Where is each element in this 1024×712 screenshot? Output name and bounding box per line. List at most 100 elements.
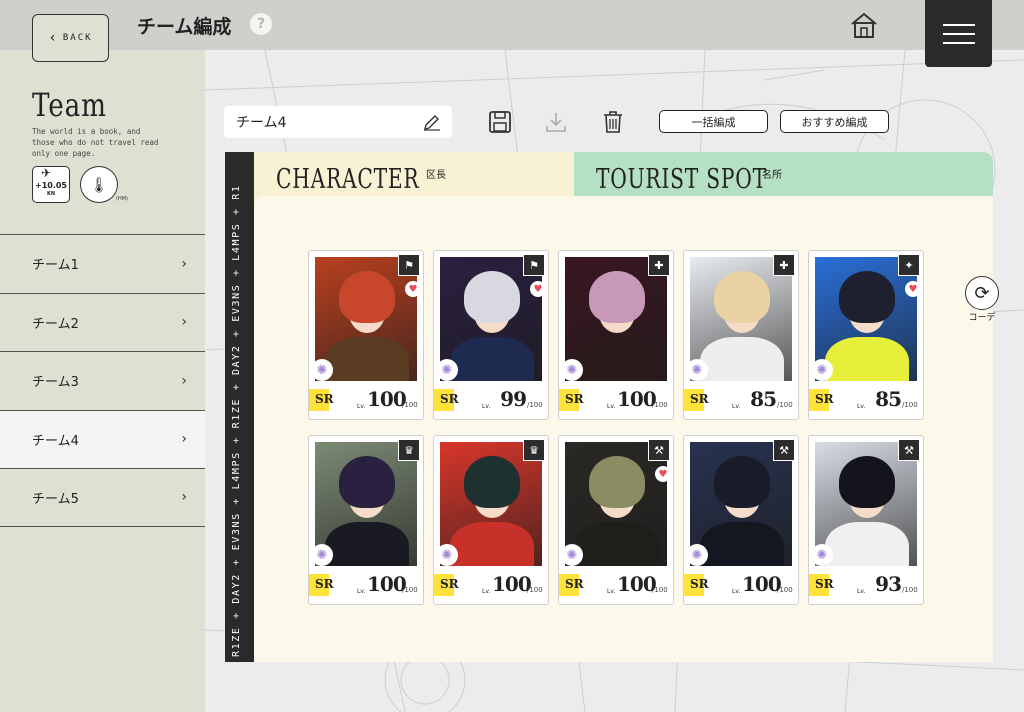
character-card[interactable]: ⚒ ✺ SR Lv. 93 /100 xyxy=(808,435,924,605)
level-max: /100 xyxy=(902,586,918,594)
level-value: 85 xyxy=(750,387,777,411)
team-item-2[interactable]: チーム2 › xyxy=(0,292,205,352)
level-value: 99 xyxy=(500,387,527,411)
character-card[interactable]: ✚ ✺ SR Lv. 100 /100 xyxy=(558,250,674,420)
chevron-left-icon: ‹ xyxy=(48,30,57,46)
attribute-icon: ✺ xyxy=(561,544,583,566)
level-max: /100 xyxy=(902,401,918,409)
character-body xyxy=(700,337,784,381)
home-icon[interactable] xyxy=(848,10,880,40)
team-item-1[interactable]: チーム1 › xyxy=(0,234,205,293)
character-hair xyxy=(339,271,395,323)
character-card[interactable]: ⚒ ♥ ✺ SR Lv. 100 /100 xyxy=(558,435,674,605)
trash-icon[interactable] xyxy=(600,109,626,135)
character-card[interactable]: ✚ ✺ SR Lv. 85 /100 xyxy=(683,250,799,420)
pencil-edit-icon[interactable] xyxy=(422,112,442,132)
level-max: /100 xyxy=(527,401,543,409)
character-card[interactable]: ⚑ ♥ ✺ SR Lv. 99 /100 xyxy=(433,250,549,420)
attribute-icon: ✺ xyxy=(561,359,583,381)
wrench-icon: ⚒ xyxy=(773,439,795,461)
crown-icon: ♛ xyxy=(523,439,545,461)
character-card[interactable]: ✦ ♥ ✺ SR Lv. 85 /100 xyxy=(808,250,924,420)
rarity-label: SR xyxy=(315,577,334,591)
refresh-icon: ⟳ xyxy=(965,276,999,310)
side-ribbon: R1ZE + DAY2 + EV3NS + L4MPS + R1ZE + DAY… xyxy=(225,152,254,662)
team-item-label: チーム3 xyxy=(32,375,79,391)
level-max: /100 xyxy=(402,401,418,409)
chevron-right-icon: › xyxy=(181,431,187,448)
thermo-label: (HM) xyxy=(116,196,128,202)
level-value: 85 xyxy=(875,387,902,411)
level-label: Lv. xyxy=(732,588,741,595)
crown-icon: ♛ xyxy=(398,439,420,461)
character-card[interactable]: ⚑ ♥ ✺ SR Lv. 100 /100 xyxy=(308,250,424,420)
level-value: 100 xyxy=(617,572,657,596)
level-value: 100 xyxy=(742,572,782,596)
team-name-field[interactable]: チーム4 xyxy=(224,106,452,138)
character-card[interactable]: ♛ ✺ SR Lv. 100 /100 xyxy=(433,435,549,605)
save-icon[interactable] xyxy=(487,109,513,135)
level-max: /100 xyxy=(527,586,543,594)
kit-icon: ✚ xyxy=(773,254,795,276)
team-description: The world is a book, and those who do no… xyxy=(32,127,159,158)
level-max: /100 xyxy=(777,586,793,594)
airplane-icon: ✈ xyxy=(41,166,52,180)
character-card[interactable]: ♛ ✺ SR Lv. 100 /100 xyxy=(308,435,424,605)
character-body xyxy=(575,522,659,566)
hamburger-menu-button[interactable] xyxy=(925,0,992,67)
team-item-5[interactable]: チーム5 › xyxy=(0,468,205,527)
rarity-label: SR xyxy=(690,577,709,591)
hairdryer-icon: ✦ xyxy=(898,254,920,276)
character-body xyxy=(700,522,784,566)
rarity-label: SR xyxy=(815,577,834,591)
recommend-button[interactable]: おすすめ編成 xyxy=(780,110,889,133)
menu-line xyxy=(942,32,975,35)
team-item-label: チーム5 xyxy=(32,491,79,507)
rarity-label: SR xyxy=(440,577,459,591)
heart-icon: ♥ xyxy=(405,281,421,297)
speed-value: +10.05 xyxy=(34,181,67,190)
heart-icon: ♥ xyxy=(655,466,671,482)
rarity-label: SR xyxy=(690,392,709,406)
level-value: 100 xyxy=(617,387,657,411)
character-body xyxy=(825,337,909,381)
character-body xyxy=(450,337,534,381)
level-label: Lv. xyxy=(357,588,366,595)
attribute-icon: ✺ xyxy=(686,544,708,566)
back-label: BACK xyxy=(62,33,93,43)
coordinate-button[interactable]: ⟳ コーデ xyxy=(962,276,1002,324)
back-button[interactable]: ‹ BACK xyxy=(32,14,109,62)
team-list: チーム1 › チーム2 › チーム3 › チーム4 › チーム5 › xyxy=(0,234,205,527)
coordinate-label: コーデ xyxy=(968,313,996,323)
bulk-edit-button[interactable]: 一括編成 xyxy=(659,110,768,133)
level-value: 93 xyxy=(875,572,902,596)
character-body xyxy=(450,522,534,566)
flag-icon: ⚑ xyxy=(523,254,545,276)
character-card[interactable]: ⚒ ✺ SR Lv. 100 /100 xyxy=(683,435,799,605)
team-item-4[interactable]: チーム4 › xyxy=(0,409,205,468)
level-max: /100 xyxy=(652,586,668,594)
character-hair xyxy=(714,271,770,323)
rarity-label: SR xyxy=(565,392,584,406)
character-hair xyxy=(839,456,895,508)
level-value: 100 xyxy=(367,387,407,411)
character-hair xyxy=(589,456,645,508)
tourist-tab-title: TOURIST SPOT xyxy=(596,164,767,195)
team-item-label: チーム4 xyxy=(32,433,79,449)
character-hair xyxy=(464,271,520,323)
team-item-label: チーム1 xyxy=(32,258,79,274)
level-max: /100 xyxy=(652,401,668,409)
level-label: Lv. xyxy=(357,403,366,410)
level-value: 100 xyxy=(367,572,407,596)
wrench-icon: ⚒ xyxy=(898,439,920,461)
page-title: チーム編成 xyxy=(137,16,232,38)
level-max: /100 xyxy=(777,401,793,409)
menu-line xyxy=(942,23,975,26)
help-icon[interactable]: ? xyxy=(250,13,272,35)
download-icon[interactable] xyxy=(543,109,569,135)
level-label: Lv. xyxy=(857,588,866,595)
attribute-icon: ✺ xyxy=(436,359,458,381)
level-label: Lv. xyxy=(607,588,616,595)
team-item-3[interactable]: チーム3 › xyxy=(0,351,205,410)
chevron-right-icon: › xyxy=(181,314,187,331)
